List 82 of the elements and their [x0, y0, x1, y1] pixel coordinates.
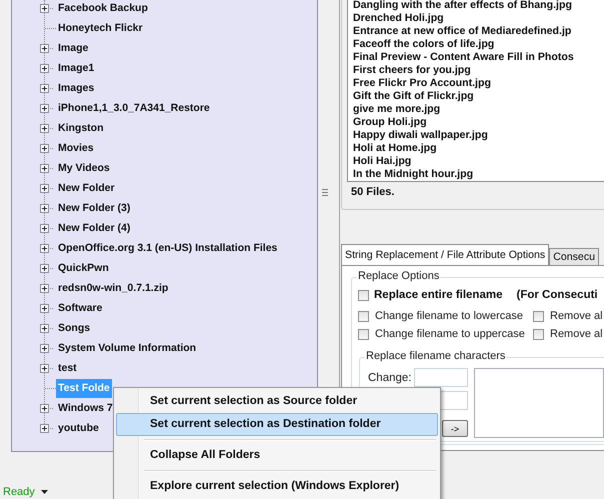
- tree-item[interactable]: QuickPwn: [56, 258, 111, 278]
- file-name[interactable]: Gift the Gift of Flickr.jpg: [353, 90, 604, 103]
- change-field[interactable]: [414, 368, 468, 387]
- add-button[interactable]: ->: [442, 420, 468, 437]
- file-count: 50 Files.: [350, 185, 396, 200]
- expand-icon[interactable]: [40, 44, 53, 52]
- checkbox-label: Remove al: [550, 328, 603, 340]
- expand-icon[interactable]: [40, 104, 53, 112]
- grip-icon: [322, 189, 328, 196]
- expand-icon[interactable]: [40, 164, 53, 172]
- note-text: (For Consecuti: [516, 289, 598, 301]
- group-title: Replace Options: [357, 270, 440, 282]
- tree-item[interactable]: Image: [56, 38, 90, 58]
- expand-icon[interactable]: [40, 324, 53, 332]
- menu-item[interactable]: Collapse All Folders: [116, 444, 438, 467]
- expand-icon[interactable]: [40, 4, 53, 12]
- expand-icon[interactable]: [40, 264, 53, 272]
- tree-item[interactable]: New Folder (3): [56, 198, 132, 218]
- checkbox-label: Change filename to lowercase: [375, 310, 523, 322]
- tree-item[interactable]: youtube: [56, 418, 101, 438]
- expand-icon[interactable]: [40, 284, 53, 292]
- tree-item[interactable]: System Volume Information: [56, 338, 198, 358]
- file-name[interactable]: Happy diwali wallpaper.jpg: [353, 129, 604, 142]
- tree-item[interactable]: New Folder (4): [56, 218, 132, 238]
- expand-icon[interactable]: [40, 204, 53, 212]
- expand-icon[interactable]: [40, 424, 53, 432]
- file-name[interactable]: Holi Hai.jpg: [353, 155, 604, 168]
- file-name[interactable]: Faceoff the colors of life.jpg: [353, 38, 604, 51]
- caret-icon[interactable]: [40, 490, 48, 494]
- status-text: Ready: [3, 486, 35, 498]
- file-name[interactable]: In the Midnight hour.jpg: [353, 168, 604, 181]
- tree-item[interactable]: Images: [56, 78, 96, 98]
- file-name[interactable]: give me more.jpg: [353, 103, 604, 116]
- tree-item[interactable]: New Folder: [56, 178, 117, 198]
- expand-icon[interactable]: [40, 244, 53, 252]
- checkbox[interactable]: [358, 310, 369, 322]
- checkbox-label: Replace entire filename: [374, 289, 502, 301]
- tree-item[interactable]: iPhone1,1_3.0_7A341_Restore: [56, 98, 212, 118]
- file-name[interactable]: Free Flickr Pro Account.jpg: [353, 77, 604, 90]
- file-name[interactable]: Group Holi.jpg: [353, 116, 604, 129]
- file-name[interactable]: Holi at Home.jpg: [353, 142, 604, 155]
- menu-item[interactable]: Set current selection as Destination folder: [116, 413, 438, 436]
- tab[interactable]: String Replacement / File Attribute Options: [341, 244, 550, 265]
- checkbox[interactable]: [533, 328, 544, 340]
- tree-item[interactable]: redsn0w-win_0.7.1.zip: [56, 278, 170, 298]
- expand-icon[interactable]: [40, 304, 53, 312]
- menu-item[interactable]: Set current selection as Source folder: [116, 390, 438, 413]
- tree-item[interactable]: Movies: [56, 138, 96, 158]
- checkbox[interactable]: [358, 328, 369, 340]
- expand-icon[interactable]: [40, 404, 53, 412]
- menu-item[interactable]: Explore current selection (Windows Explorer): [116, 475, 438, 498]
- tree-item[interactable]: OpenOffice.org 3.1 (en-US) Installation Files: [56, 238, 280, 258]
- tree-item[interactable]: Honeytech Flickr: [56, 18, 145, 38]
- expand-icon[interactable]: [40, 184, 53, 192]
- tree-item[interactable]: Image1: [56, 58, 96, 78]
- tab[interactable]: Consecu: [549, 248, 600, 265]
- expand-icon[interactable]: [40, 124, 53, 132]
- expand-icon[interactable]: [40, 364, 53, 372]
- checkbox[interactable]: [533, 310, 544, 322]
- file-name[interactable]: Final Preview - Content Aware Fill in Photos: [353, 51, 604, 64]
- tree-item[interactable]: Windows 7: [56, 398, 115, 418]
- checkbox-label: Remove al: [550, 310, 603, 322]
- expand-icon[interactable]: [40, 344, 53, 352]
- tree-item[interactable]: Facebook Backup: [56, 0, 150, 18]
- replacement-list-field[interactable]: [474, 368, 604, 438]
- checkbox[interactable]: [358, 290, 369, 300]
- tree-item[interactable]: My Videos: [56, 158, 112, 178]
- file-name[interactable]: First cheers for you.jpg: [353, 64, 604, 77]
- file-name[interactable]: Drenched Holi.jpg: [353, 12, 604, 25]
- checkbox-label: Change filename to uppercase: [375, 328, 525, 340]
- file-name[interactable]: Entrance at new office of Mediaredefined.jp: [353, 25, 604, 38]
- tree-item[interactable]: Kingston: [56, 118, 106, 138]
- tree-item[interactable]: Songs: [56, 318, 92, 338]
- file-name[interactable]: Dangling with the after effects of Bhang.jpg: [353, 0, 604, 12]
- group-title: Replace filename characters: [365, 350, 506, 362]
- expand-icon[interactable]: [40, 84, 53, 92]
- expand-icon[interactable]: [40, 224, 53, 232]
- change-label: Change:: [368, 372, 412, 384]
- expand-icon[interactable]: [40, 64, 53, 72]
- tree-item[interactable]: Software: [56, 298, 104, 318]
- expand-icon[interactable]: [40, 144, 53, 152]
- tree-item[interactable]: test: [56, 358, 79, 378]
